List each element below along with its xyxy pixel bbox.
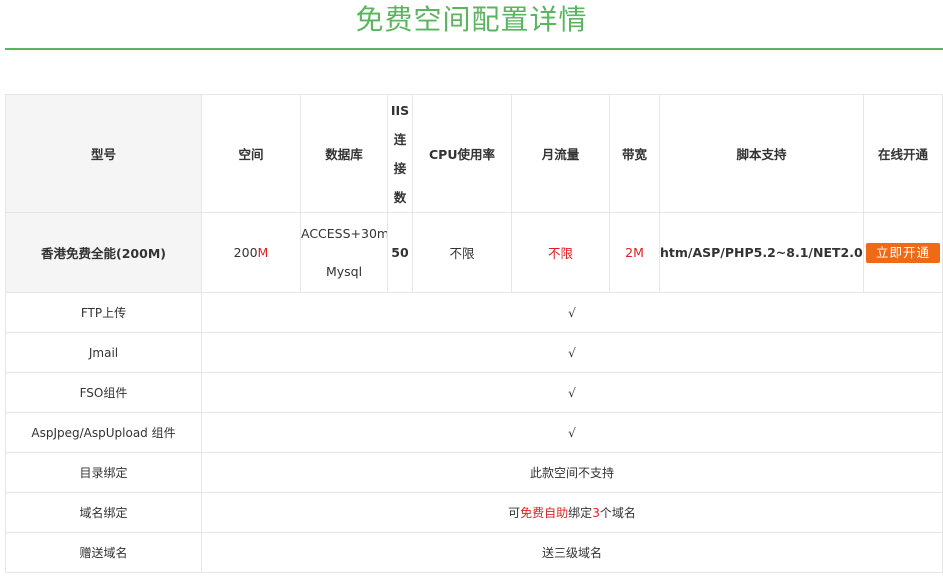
open-now-button[interactable]: 立即开通: [866, 242, 940, 263]
product-database: ACCESS+30m Mysql: [300, 212, 388, 293]
feature-value: √: [201, 332, 943, 373]
feature-row-directory-binding: 目录绑定 此款空间不支持: [5, 452, 943, 493]
domain-binding-part: 可: [508, 506, 521, 520]
domain-binding-part: 个域名: [599, 506, 636, 520]
feature-name: FSO组件: [5, 372, 202, 413]
header-iis-connections: IIS 连接 数: [387, 94, 413, 213]
header-open-online: 在线开通: [863, 94, 943, 213]
feature-value: √: [201, 412, 943, 453]
feature-name: 赠送域名: [5, 532, 202, 573]
feature-row-domain-binding: 域名绑定 可免费自助绑定3个域名: [5, 492, 943, 533]
spec-table: 型号 空间 数据库 IIS 连接 数 CPU使用率 月流量 带宽 脚本支持 在线…: [5, 94, 943, 573]
product-iis-connections: 50: [387, 212, 413, 293]
header-space: 空间: [201, 94, 301, 213]
product-space-unit: M: [257, 245, 269, 260]
product-database-line2: Mysql: [325, 263, 363, 279]
product-open-cell: 立即开通: [863, 212, 943, 293]
product-bandwidth: 2M: [609, 212, 660, 293]
feature-row-gift-domain: 赠送域名 送三级域名: [5, 532, 943, 573]
header-monthly-traffic: 月流量: [511, 94, 610, 213]
domain-binding-free-self-service: 免费自助: [520, 506, 569, 520]
feature-row-aspjpeg: AspJpeg/AspUpload 组件 √: [5, 412, 943, 453]
header-iis-line2: 连接: [393, 131, 407, 176]
title-divider: [5, 48, 943, 50]
feature-value: 此款空间不支持: [201, 452, 943, 493]
product-row: 香港免费全能(200M) 200M ACCESS+30m Mysql 50 不限…: [5, 212, 943, 293]
header-model: 型号: [5, 94, 202, 213]
header-database: 数据库: [300, 94, 388, 213]
product-database-line1: ACCESS+30m: [301, 225, 388, 241]
product-script: htm/ASP/PHP5.2~8.1/NET2.0~4.7: [659, 212, 864, 293]
feature-name: AspJpeg/AspUpload 组件: [5, 412, 202, 453]
header-row: 型号 空间 数据库 IIS 连接 数 CPU使用率 月流量 带宽 脚本支持 在线…: [5, 94, 943, 213]
product-space: 200M: [201, 212, 301, 293]
feature-name: 目录绑定: [5, 452, 202, 493]
feature-name: FTP上传: [5, 292, 202, 333]
header-iis-line1: IIS: [390, 102, 410, 118]
domain-binding-count: 3: [592, 506, 600, 520]
feature-name: Jmail: [5, 332, 202, 373]
product-monthly-traffic: 不限: [511, 212, 610, 293]
header-script: 脚本支持: [659, 94, 864, 213]
header-cpu: CPU使用率: [412, 94, 512, 213]
feature-name: 域名绑定: [5, 492, 202, 533]
feature-value: 可免费自助绑定3个域名: [201, 492, 943, 533]
domain-binding-part: 绑定: [568, 506, 593, 520]
product-name: 香港免费全能(200M): [5, 212, 202, 293]
header-iis-line3: 数: [393, 189, 407, 205]
feature-value: √: [201, 372, 943, 413]
feature-row-fso: FSO组件 √: [5, 372, 943, 413]
page-title: 免费空间配置详情: [355, 3, 588, 36]
feature-row-ftp: FTP上传 √: [5, 292, 943, 333]
header-bandwidth: 带宽: [609, 94, 660, 213]
product-cpu: 不限: [412, 212, 512, 293]
feature-value: 送三级域名: [201, 532, 943, 573]
feature-value: √: [201, 292, 943, 333]
product-space-number: 200: [233, 245, 258, 260]
feature-row-jmail: Jmail √: [5, 332, 943, 373]
